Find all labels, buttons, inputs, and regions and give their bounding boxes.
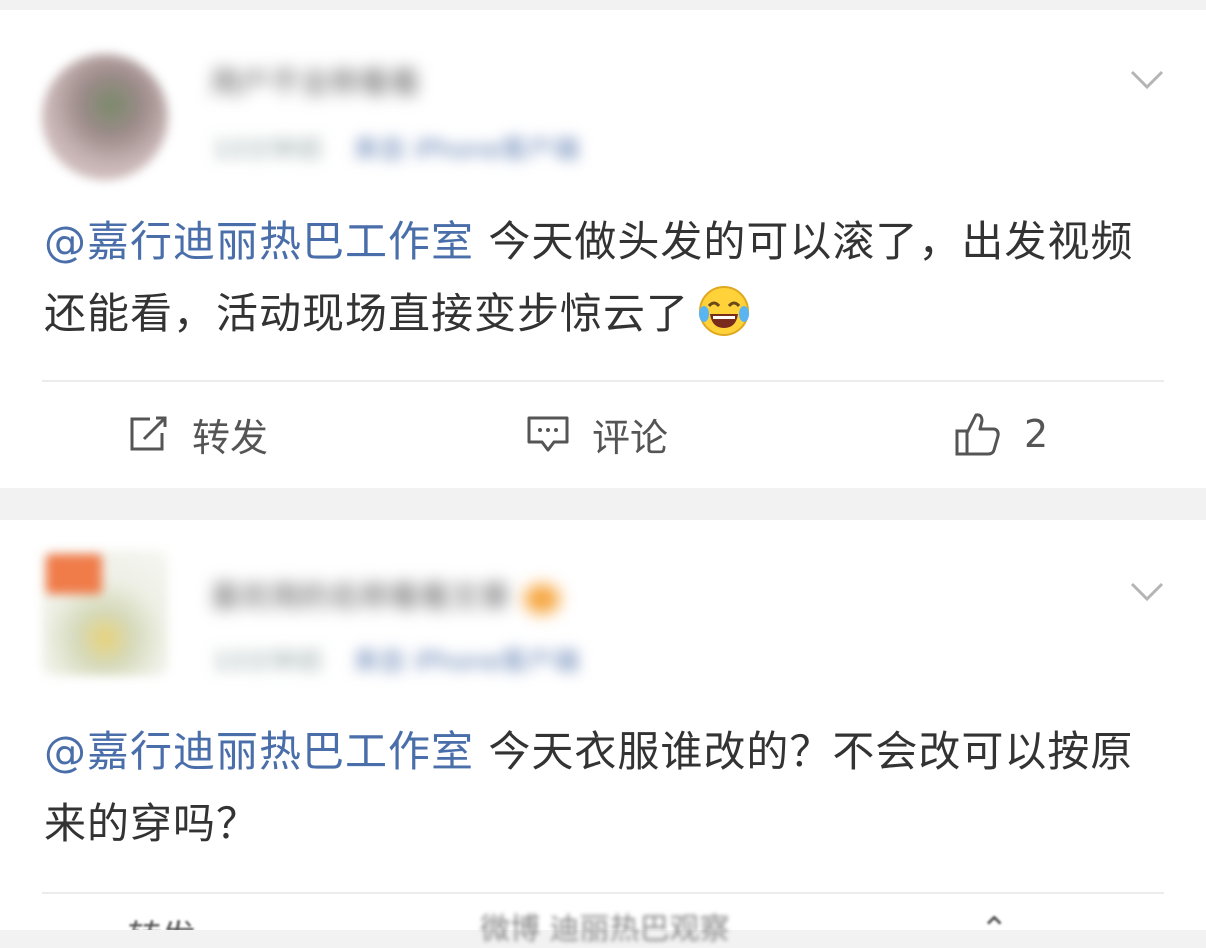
post-meta: 10分钟前 来自 iPhone客户端 [212, 648, 579, 676]
post-source: 来自 iPhone客户端 [353, 135, 580, 165]
comment-label: 评论 [592, 415, 669, 460]
post-card: 用户不全称看看 10分钟前 来自 iPhone客户端 @嘉行迪丽热巴工作室 今天做… [0, 10, 1206, 488]
watermark: 微博 迪丽热巴观察 [480, 912, 730, 947]
like-button[interactable]: 2 [954, 394, 1048, 474]
post-meta: 10分钟前 来自 iPhone客户端 [212, 136, 579, 164]
repost-label[interactable]: 转发 [128, 910, 196, 930]
divider [42, 892, 1164, 894]
post-time: 10分钟前 [212, 135, 324, 165]
mention-link[interactable]: @嘉行迪丽热巴工作室 [44, 217, 474, 266]
post-card: 喜欢用的名称看看文章 10分钟前 来自 iPhone客户端 @嘉行迪丽热巴工作室 … [0, 520, 1206, 947]
repost-button[interactable]: 转发 [128, 394, 268, 474]
like-icon-partial[interactable]: ⌃ [980, 910, 1009, 930]
post-content: @嘉行迪丽热巴工作室 今天做头发的可以滚了，出发视频还能看，活动现场直接变步惊云… [44, 206, 1166, 350]
comment-button[interactable]: 评论 [526, 394, 668, 474]
divider [42, 380, 1164, 382]
username[interactable]: 喜欢用的名称看看文章 [210, 582, 560, 614]
repost-icon [130, 416, 167, 451]
avatar[interactable] [42, 54, 168, 180]
laugh-cry-emoji [699, 286, 750, 336]
chevron-down-icon[interactable] [1130, 580, 1164, 604]
username[interactable]: 用户不全称看看 [210, 68, 420, 100]
thumbs-up-icon [955, 413, 1000, 456]
action-bar: 转发 评论 2 [0, 394, 1206, 474]
repost-label: 转发 [192, 415, 269, 460]
mention-link[interactable]: @嘉行迪丽热巴工作室 [44, 727, 474, 776]
post-time: 10分钟前 [212, 647, 324, 677]
vip-badge-icon [524, 583, 560, 614]
comment-icon [527, 416, 569, 452]
post-content: @嘉行迪丽热巴工作室 今天衣服谁改的？不会改可以按原来的穿吗？ [44, 716, 1166, 860]
username-text: 喜欢用的名称看看文章 [210, 580, 510, 615]
avatar[interactable] [42, 550, 168, 676]
like-count: 2 [1024, 412, 1049, 456]
chevron-down-icon[interactable] [1130, 68, 1164, 92]
post-source: 来自 iPhone客户端 [353, 647, 580, 677]
